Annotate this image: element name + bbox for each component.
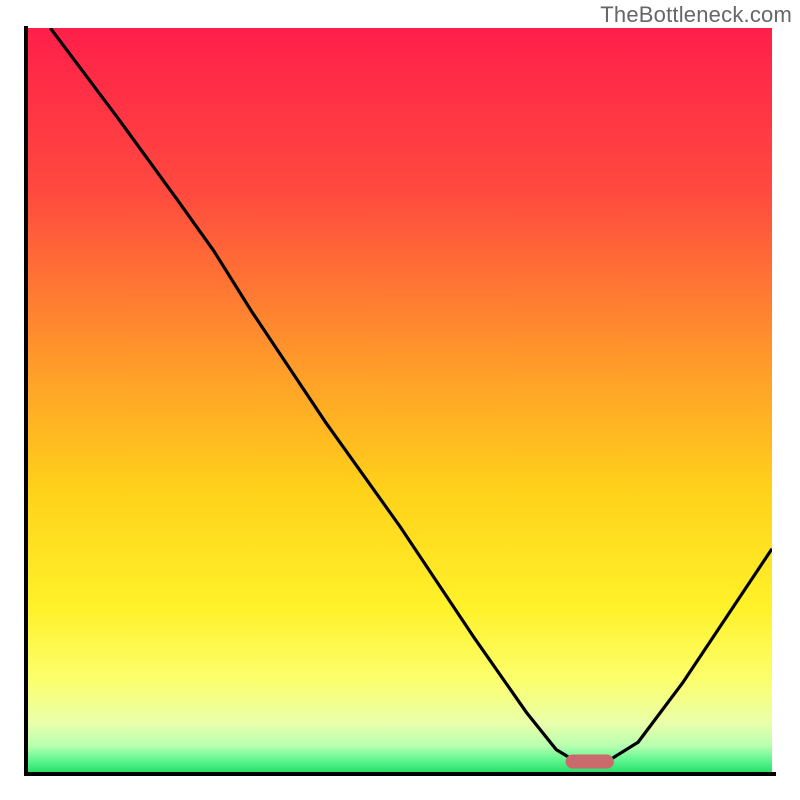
x-axis xyxy=(24,772,776,776)
plot-area xyxy=(28,28,772,772)
chart-svg xyxy=(28,28,772,772)
gradient-background xyxy=(28,28,772,772)
chart-container: TheBottleneck.com xyxy=(0,0,800,800)
optimal-marker xyxy=(566,755,614,769)
watermark-text: TheBottleneck.com xyxy=(600,2,792,28)
y-axis xyxy=(24,26,28,776)
